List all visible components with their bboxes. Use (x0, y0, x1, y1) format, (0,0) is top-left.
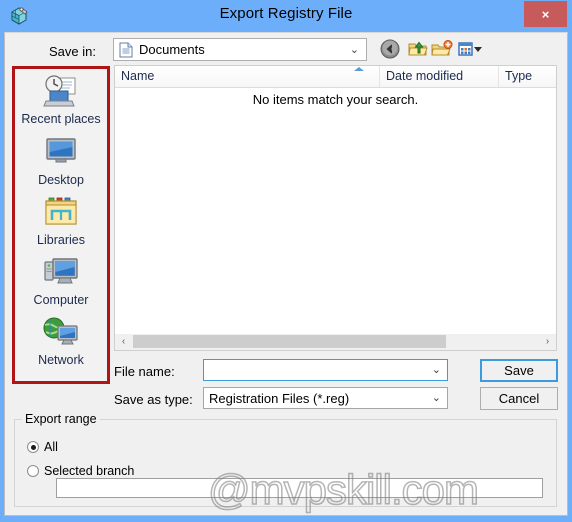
sidebar-item-computer[interactable]: Computer (17, 254, 105, 307)
sidebar-item-label: Libraries (37, 233, 85, 247)
chevron-down-icon: ⌄ (349, 44, 359, 56)
save-in-dropdown[interactable]: Documents ⌄ (113, 38, 367, 61)
chevron-down-icon[interactable]: ⌄ (432, 391, 441, 404)
sort-ascending-icon (354, 67, 364, 71)
file-list-header: Name Date modified Type (115, 66, 556, 88)
radio-unselected-icon (27, 465, 39, 477)
documents-icon (119, 42, 133, 58)
file-name-input[interactable]: ⌄ (203, 359, 448, 381)
radio-label: Selected branch (44, 464, 135, 478)
sidebar-item-label: Network (38, 353, 84, 367)
column-header-label: Date modified (386, 69, 464, 83)
close-icon: × (541, 6, 550, 22)
network-icon (40, 314, 82, 352)
column-header-name[interactable]: Name (115, 66, 380, 87)
sidebar-item-recent-places[interactable]: Recent places (17, 73, 105, 126)
file-list[interactable]: Name Date modified Type No items match y… (114, 65, 557, 337)
sidebar-item-network[interactable]: Network (17, 314, 105, 367)
back-arrow-icon (379, 39, 401, 64)
scrollbar-thumb[interactable] (133, 335, 446, 348)
chevron-down-icon[interactable]: ⌄ (432, 363, 441, 376)
scroll-left-icon[interactable]: ‹ (115, 334, 132, 349)
sidebar-item-label: Computer (33, 293, 89, 307)
title-bar: Export Registry File × (0, 0, 572, 32)
save-as-type-label: Save as type: (114, 392, 193, 407)
libraries-icon (40, 194, 82, 232)
sidebar-item-libraries[interactable]: Libraries (17, 194, 105, 247)
chevron-down-icon (472, 47, 484, 64)
save-button[interactable]: Save (480, 359, 558, 382)
desktop-icon (40, 134, 82, 172)
cancel-button[interactable]: Cancel (480, 387, 558, 410)
computer-icon (40, 254, 82, 292)
new-folder-icon (431, 40, 453, 64)
save-as-type-dropdown[interactable]: Registration Files (*.reg) ⌄ (203, 387, 448, 409)
places-bar: Recent places Desktop Libraries Computer… (12, 66, 110, 384)
file-list-horizontal-scrollbar[interactable]: ‹ › (114, 334, 557, 351)
export-registry-file-dialog: Export Registry File × Save in: Document… (0, 0, 572, 522)
up-one-level-button[interactable] (407, 38, 429, 60)
new-folder-button[interactable] (431, 38, 453, 60)
file-name-label: File name: (114, 364, 175, 379)
sidebar-item-label: Recent places (21, 112, 101, 126)
radio-label: All (44, 440, 58, 454)
sidebar-item-desktop[interactable]: Desktop (17, 134, 105, 187)
selected-branch-input[interactable] (56, 478, 543, 498)
column-header-label: Type (505, 69, 533, 83)
scroll-right-icon[interactable]: › (539, 334, 556, 349)
save-in-label: Save in: (49, 44, 96, 59)
up-folder-icon (407, 41, 429, 64)
save-as-type-value: Registration Files (*.reg) (209, 391, 350, 406)
back-button[interactable] (379, 38, 401, 60)
sidebar-item-label: Desktop (38, 173, 84, 187)
column-header-label: Name (121, 69, 155, 83)
close-button[interactable]: × (524, 1, 567, 27)
save-in-current-folder: Documents (139, 42, 205, 57)
export-range-title: Export range (22, 412, 100, 426)
view-menu-chevron-button[interactable] (472, 38, 484, 60)
column-header-type[interactable]: Type (499, 66, 556, 87)
recent-places-icon (40, 73, 82, 111)
window-title: Export Registry File (219, 5, 353, 22)
column-header-date-modified[interactable]: Date modified (380, 66, 499, 87)
file-list-empty-message: No items match your search. (252, 92, 419, 107)
radio-selected-icon (27, 441, 39, 453)
